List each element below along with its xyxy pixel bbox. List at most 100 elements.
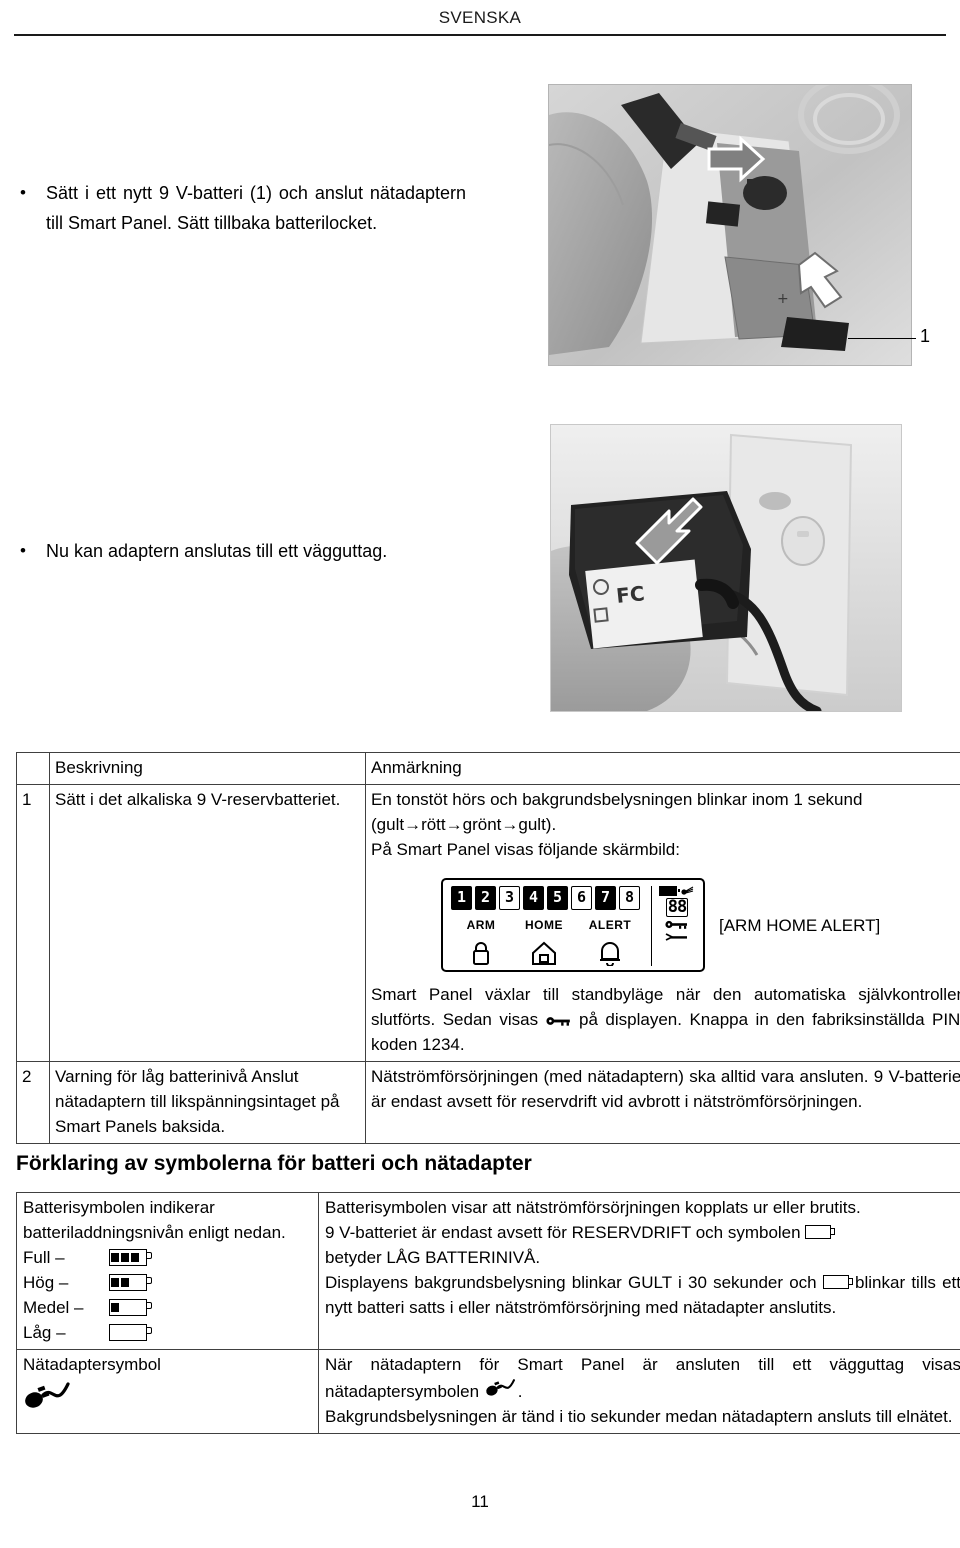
- wrench-icon: [665, 933, 687, 941]
- svg-text:FC: FC: [615, 581, 646, 608]
- adapter-desc-p2: Bakgrundsbelysningen är tänd i tio sekun…: [325, 1407, 953, 1426]
- lcd-label-arm: ARM: [466, 918, 496, 932]
- row-2-note: Nätströmförsörjningen (med nätadaptern) …: [365, 1061, 960, 1144]
- row-2-number: 2: [16, 1061, 50, 1144]
- row-1-note-standby: Smart Panel växlar till standbyläge när …: [371, 982, 960, 1057]
- battery-level-medium: Medel –: [23, 1295, 313, 1320]
- symbols-row-battery: Batterisymbolen indikerar batteriladdnin…: [16, 1192, 960, 1350]
- battery-level-high: Hög –: [23, 1270, 313, 1295]
- symbols-row-adapter: Nätadaptersymbol När nätadaptern för Sma…: [16, 1349, 960, 1434]
- battery-legend-intro: Batterisymbolen indikerar batteriladdnin…: [23, 1198, 286, 1242]
- photo-battery-graphic: +: [549, 85, 911, 365]
- adapter-desc-p1-b: .: [517, 1382, 523, 1401]
- battery-empty-icon: [822, 1275, 853, 1289]
- lcd-digit-3: 3: [499, 886, 520, 910]
- adapter-symbol-legend: Nätadaptersymbol: [16, 1349, 319, 1434]
- battery-symbol-description: Batterisymbolen visar att nätströmförsör…: [318, 1192, 960, 1350]
- lcd-screen-illustration: 1 2 3 4 5 6 7 8 ARM HOME ALERT 88 [ARM H…: [371, 878, 960, 972]
- battery-medium-icon: [109, 1299, 152, 1316]
- battery-level-high-label: Hög –: [23, 1273, 69, 1292]
- power-adapter-icon: [25, 1382, 70, 1408]
- row-1-note-line-2: (gult→rött→grönt→gult).: [371, 815, 557, 834]
- lcd-caption: [ARM HOME ALERT]: [719, 915, 881, 935]
- lcd-digit-8: 8: [619, 886, 640, 910]
- table-row: 1 Sätt i det alkaliska 9 V-reservbatteri…: [16, 784, 960, 1062]
- lcd-digit-7: 7: [595, 886, 616, 910]
- callout-leader-line-1: [848, 338, 916, 339]
- row-1-description: Sätt i det alkaliska 9 V-reservbatteriet…: [49, 784, 366, 1062]
- lcd-status-top-row: [659, 886, 695, 896]
- battery-desc-p2-a: 9 V-batteriet är endast avsett för RESER…: [325, 1223, 801, 1242]
- battery-level-low: Låg –: [23, 1320, 313, 1345]
- photo-adapter-graphic: FC: [551, 425, 901, 711]
- battery-empty-icon: [805, 1225, 836, 1239]
- table-header-row: Beskrivning Anmärkning: [16, 752, 960, 785]
- battery-desc-p1: Batterisymbolen visar att nätströmförsör…: [325, 1198, 861, 1217]
- lcd-digit-6: 6: [571, 886, 592, 910]
- battery-desc-p2-b: betyder LÅG BATTERINIVÅ.: [325, 1248, 541, 1267]
- battery-level-full: Full –: [23, 1245, 313, 1270]
- document-page: SVENSKA • Sätt i ett nytt 9 V-batteri (1…: [0, 0, 960, 1548]
- instruction-bullet-2-text: Nu kan adaptern anslutas till ett väggut…: [46, 541, 388, 561]
- battery-full-icon: [109, 1249, 152, 1266]
- bullet-marker-icon: •: [20, 183, 26, 202]
- table-row: 2 Varning för låg batterinivå Anslut nät…: [16, 1061, 960, 1144]
- table-header-num: [16, 752, 50, 785]
- page-number: 11: [471, 1492, 489, 1511]
- row-1-note: En tonstöt hörs och bakgrundsbelysningen…: [365, 784, 960, 1062]
- key-icon: [545, 1017, 570, 1026]
- symbol-explanation-table: Batterisymbolen indikerar batteriladdnin…: [16, 1192, 960, 1434]
- bell-icon: [577, 940, 643, 966]
- adapter-symbol-description: När nätadaptern för Smart Panel är anslu…: [318, 1349, 960, 1434]
- battery-low-icon: [109, 1324, 152, 1341]
- page-header: SVENSKA: [0, 0, 960, 36]
- power-adapter-icon: [486, 1379, 515, 1396]
- lcd-status-digits: 88: [665, 897, 689, 917]
- row-1-number: 1: [16, 784, 50, 1062]
- key-icon: [665, 920, 687, 929]
- battery-level-medium-label: Medel –: [23, 1298, 84, 1317]
- lcd-mode-icons: [451, 940, 643, 966]
- battery-desc-p3: Displayens bakgrundsbelysning blinkar GU…: [325, 1270, 960, 1320]
- battery-level-list: Full – Hög – Medel – Låg –: [23, 1245, 313, 1345]
- row-2-description: Varning för låg batterinivå Anslut nätad…: [49, 1061, 366, 1144]
- bullet-marker-icon: •: [20, 541, 26, 560]
- lcd-mode-labels: ARM HOME ALERT: [451, 913, 643, 938]
- home-icon: [511, 940, 577, 966]
- header-divider: [14, 34, 946, 36]
- callout-number-1: 1: [920, 326, 931, 346]
- lcd-digit-4: 4: [523, 886, 544, 910]
- table-header-note: Anmärkning: [365, 752, 960, 785]
- lcd-digit-2: 2: [475, 886, 496, 910]
- photo-adapter-wall-outlet: FC: [550, 424, 902, 712]
- lcd-label-home: HOME: [525, 918, 563, 932]
- battery-desc-p3-a: Displayens bakgrundsbelysning blinkar GU…: [325, 1273, 817, 1292]
- battery-level-low-label: Låg –: [23, 1323, 66, 1342]
- adapter-desc-p1-a: När nätadaptern för Smart Panel är anslu…: [325, 1355, 960, 1401]
- battery-icon: [659, 886, 680, 896]
- lcd-status-section: 88: [651, 886, 695, 966]
- lcd-digit-5: 5: [547, 886, 568, 910]
- instruction-bullet-1-text: Sätt i ett nytt 9 V-batteri (1) och ansl…: [46, 183, 466, 233]
- lcd-left-section: 1 2 3 4 5 6 7 8 ARM HOME ALERT: [451, 886, 643, 966]
- row-1-note-line-3: På Smart Panel visas följande skärmbild:: [371, 840, 680, 859]
- lock-icon: [451, 940, 511, 966]
- adapter-legend-label: Nätadaptersymbol: [23, 1355, 161, 1374]
- table-header-description: Beskrivning: [49, 752, 366, 785]
- battery-level-full-label: Full –: [23, 1248, 65, 1267]
- row-1-note-line-1: En tonstöt hörs och bakgrundsbelysningen…: [371, 790, 863, 809]
- lcd-zone-digits: 1 2 3 4 5 6 7 8: [451, 886, 643, 910]
- photo-battery-insertion: +: [548, 84, 912, 366]
- battery-symbol-legend: Batterisymbolen indikerar batteriladdnin…: [16, 1192, 319, 1350]
- section-heading: Förklaring av symbolerna för batteri och…: [16, 1152, 532, 1175]
- antenna-icon: [681, 886, 694, 895]
- description-note-table: Beskrivning Anmärkning 1 Sätt i det alka…: [16, 752, 960, 1144]
- battery-high-icon: [109, 1274, 152, 1291]
- header-title: SVENSKA: [438, 8, 522, 27]
- lcd-digit-1: 1: [451, 886, 472, 910]
- instruction-bullet-2: • Nu kan adaptern anslutas till ett vägg…: [14, 536, 534, 566]
- lcd-panel: 1 2 3 4 5 6 7 8 ARM HOME ALERT 88: [441, 878, 705, 972]
- lcd-label-alert: ALERT: [588, 918, 632, 932]
- svg-text:+: +: [777, 291, 789, 307]
- adapter-desc-p1: När nätadaptern för Smart Panel är anslu…: [325, 1352, 960, 1404]
